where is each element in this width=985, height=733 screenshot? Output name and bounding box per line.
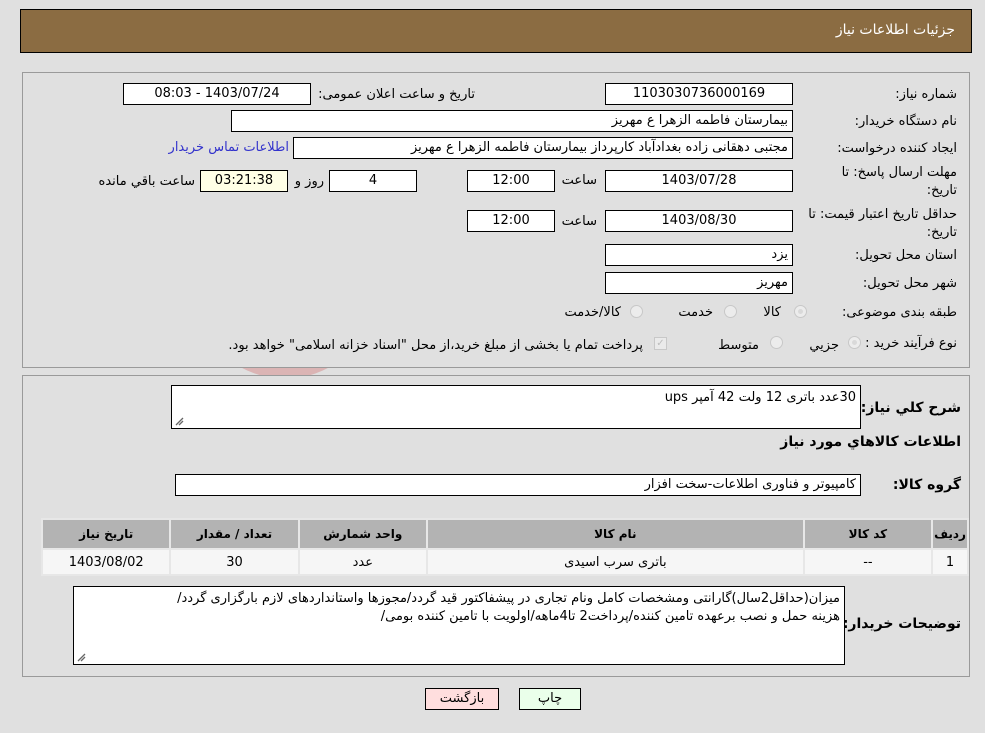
- print-button[interactable]: چاپ: [519, 688, 581, 710]
- purchase-type-label: نوع فرآیند خرید :: [865, 336, 957, 351]
- resize-grip-icon[interactable]: [76, 652, 86, 662]
- need-details-panel: شرح كلي نياز: 30عدد باتری 12 ولت 42 آمپر…: [22, 375, 970, 677]
- category-radio-goods[interactable]: [794, 305, 807, 318]
- purchase-type-radio-minor[interactable]: [848, 336, 861, 349]
- requester-field: مجتبی دهقانی زاده بغدادآباد کارپرداز بیم…: [293, 137, 793, 159]
- response-deadline-label: مهلت ارسال پاسخ: تا: [841, 165, 957, 180]
- announce-datetime-field: 1403/07/24 - 08:03: [123, 83, 311, 105]
- col-code: کد کالا: [802, 518, 934, 550]
- response-deadline-time: 12:00: [467, 170, 555, 192]
- back-button[interactable]: بازگشت: [425, 688, 499, 710]
- buyer-notes-label: توضیحات خریدار:: [842, 616, 961, 632]
- col-row: ردیف: [931, 518, 969, 550]
- col-name: نام کالا: [425, 518, 805, 550]
- general-desc-field[interactable]: 30عدد باتری 12 ولت 42 آمپر ups: [171, 385, 861, 429]
- treasury-checkbox[interactable]: ✓: [654, 337, 667, 350]
- price-validity-date: 1403/08/30: [605, 210, 793, 232]
- col-quantity: تعداد / مقدار: [169, 518, 300, 550]
- cell-quantity: 30: [169, 548, 300, 576]
- price-validity-time: 12:00: [467, 210, 555, 232]
- goods-table: ردیف کد کالا نام کالا واحد شمارش تعداد /…: [40, 518, 969, 576]
- delivery-province-label: استان محل تحویل:: [855, 248, 957, 263]
- price-validity-label: حداقل تاریخ اعتبار قیمت: تا: [808, 207, 957, 222]
- time-remaining-label: ساعت باقي مانده: [98, 174, 195, 189]
- purchase-type-option-minor: جزيي: [809, 338, 839, 353]
- price-validity-label-2: تاریخ:: [926, 225, 957, 240]
- time-remaining-field: 03:21:38: [200, 170, 288, 192]
- col-unit: واحد شمارش: [297, 518, 428, 550]
- purchase-type-option-medium: متوسط: [718, 338, 759, 353]
- resize-grip-icon[interactable]: [174, 416, 184, 426]
- buyer-org-field: بیمارستان فاطمه الزهرا ع مهریز: [231, 110, 793, 132]
- goods-group-label: گروه کالا:: [892, 477, 961, 493]
- goods-group-field: کامپیوتر و فناوری اطلاعات-سخت افزار: [175, 474, 861, 496]
- purchase-type-radio-medium[interactable]: [770, 336, 783, 349]
- buyer-notes-field[interactable]: میزان(حداقل2سال)گارانتی ومشخصات کامل ونا…: [73, 586, 845, 665]
- response-time-label: ساعت: [561, 173, 597, 188]
- category-option-service: خدمت: [678, 305, 713, 320]
- buyer-notes-line-1: میزان(حداقل2سال)گارانتی ومشخصات کامل ونا…: [177, 591, 840, 606]
- general-desc-label: شرح كلي نياز:: [860, 400, 961, 416]
- requester-label: ایجاد کننده درخواست:: [837, 141, 957, 156]
- delivery-province-field: یزد: [605, 244, 793, 266]
- category-radio-goods-service[interactable]: [630, 305, 643, 318]
- days-remaining-field: 4: [329, 170, 417, 192]
- delivery-city-label: شهر محل تحویل:: [862, 276, 957, 291]
- cell-name: باتری سرب اسیدی: [425, 548, 805, 576]
- general-desc-text: 30عدد باتری 12 ولت 42 آمپر ups: [664, 390, 856, 405]
- cell-unit: عدد: [297, 548, 428, 576]
- treasury-note: پرداخت تمام یا بخشی از مبلغ خرید،از محل …: [228, 338, 643, 353]
- delivery-city-field: مهریز: [605, 272, 793, 294]
- need-number-field: 1103030736000169: [605, 83, 793, 105]
- price-validity-time-label: ساعت: [561, 214, 597, 229]
- page-header: جزئیات اطلاعات نیاز: [20, 9, 972, 53]
- category-option-goods-service: کالا/خدمت: [564, 305, 621, 320]
- col-date: تاریخ نیاز: [40, 518, 172, 550]
- buyer-org-label: نام دستگاه خریدار:: [854, 114, 957, 129]
- category-option-goods: کالا: [763, 305, 781, 320]
- buyer-notes-line-2: هزینه حمل و نصب برعهده تامین کننده/پرداخ…: [380, 609, 840, 624]
- announce-datetime-label: تاریخ و ساعت اعلان عمومی:: [318, 87, 475, 102]
- page-title: جزئیات اطلاعات نیاز: [835, 22, 955, 38]
- buyer-contact-link[interactable]: اطلاعات تماس خریدار: [169, 140, 289, 155]
- cell-code: --: [802, 548, 934, 576]
- cell-row: 1: [931, 548, 969, 576]
- days-label: روز و: [294, 174, 324, 189]
- response-deadline-date: 1403/07/28: [605, 170, 793, 192]
- category-label: طبقه بندی موضوعی:: [841, 305, 957, 320]
- need-number-label: شماره نیاز:: [895, 87, 957, 102]
- goods-info-title: اطلاعات كالاهاي مورد نياز: [780, 434, 961, 450]
- response-deadline-label-2: تاریخ:: [926, 183, 957, 198]
- cell-date: 1403/08/02: [40, 548, 172, 576]
- category-radio-service[interactable]: [724, 305, 737, 318]
- goods-table-header: ردیف کد کالا نام کالا واحد شمارش تعداد /…: [40, 518, 969, 550]
- need-info-panel: شماره نیاز: 1103030736000169 تاریخ و ساع…: [22, 72, 970, 368]
- table-row: 1 -- باتری سرب اسیدی عدد 30 1403/08/02: [40, 548, 969, 576]
